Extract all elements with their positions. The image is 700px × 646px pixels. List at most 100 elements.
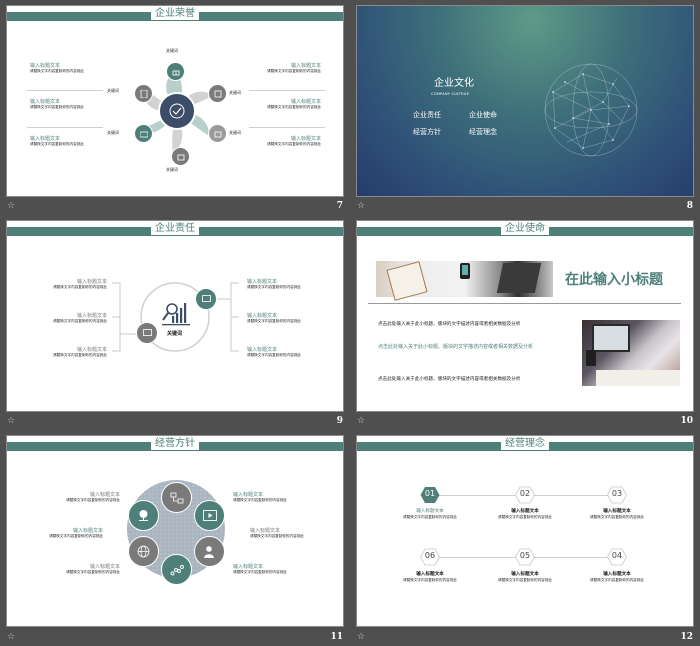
keyword-label: 关键词: [229, 130, 241, 135]
item-desc: 请替换文字内容复制你的内容到此: [247, 319, 301, 323]
phone-graphic: [460, 263, 470, 279]
menu-item-policy[interactable]: 经营方针: [413, 127, 441, 137]
step-hexagon-03[interactable]: 03: [607, 486, 627, 504]
right-item-3: 输入标题文本 请替换文字内容复制你的内容到此: [247, 347, 301, 358]
slide-title: 经营理念: [501, 437, 549, 450]
slide-footer-8: ☆ 8: [357, 201, 693, 215]
slide-footer-7: ☆ 7: [7, 201, 343, 215]
step-hexagon-04[interactable]: 04: [607, 548, 627, 566]
item-desc: 请替换文字内容复制你的内容到此: [53, 285, 107, 289]
step-desc: 请替换文字内容复制你的内容到此: [498, 578, 552, 582]
star-icon[interactable]: ☆: [357, 632, 365, 642]
divider: [249, 90, 325, 91]
step-hexagon-02[interactable]: 02: [515, 486, 535, 504]
keyword-label: 关键词: [166, 48, 178, 53]
step-label-01: 输入标题文本 请替换文字内容复制你的内容到此: [400, 509, 460, 520]
step-hexagon-06[interactable]: 06: [420, 548, 440, 566]
star-icon[interactable]: ☆: [357, 201, 365, 211]
step-label-05: 输入标题文本 请替换文字内容复制你的内容到此: [495, 572, 555, 583]
keyword-label: 关键词: [107, 130, 119, 135]
divider: [27, 90, 103, 91]
item-desc: 请替换文字内容复制你的内容到此: [66, 498, 120, 502]
slide-footer-9: ☆ 9: [7, 416, 343, 430]
step-desc: 请替换文字内容复制你的内容到此: [403, 515, 457, 519]
paragraph-2: 点击此处输入关于此小标题、版块的文字描述内容或者相关数据及分析: [378, 344, 534, 350]
item-desc: 请替换文字内容复制你的内容到此: [49, 534, 103, 538]
gift-icon: [166, 62, 185, 81]
right-item-1: 输入标题文本 请替换文字内容复制你的内容到此: [247, 279, 301, 290]
step-label-06: 输入标题文本 请替换文字内容复制你的内容到此: [400, 572, 460, 583]
left-item-1: 输入标题文本 请替换文字内容复制你的内容到此: [66, 492, 120, 503]
item-desc: 请替换文字内容复制你的内容到此: [30, 142, 84, 146]
item-desc: 请替换文字内容复制你的内容到此: [247, 353, 301, 357]
star-icon[interactable]: ☆: [7, 201, 15, 211]
step-number: 03: [611, 489, 623, 498]
item-desc: 请替换文字内容复制你的内容到此: [247, 285, 301, 289]
slide-thumbnail-9[interactable]: 企业责任 关键词 输入标题文本 请替换文字内容复制你的内容到此 输入标题文本 请…: [7, 221, 343, 411]
step-hexagon-05[interactable]: 05: [515, 548, 535, 566]
paragraph-1: 点击此处输入关于此小标题、版块的文字描述内容或者相关数据及分析: [378, 322, 521, 327]
item-desc: 请替换文字内容复制你的内容到此: [53, 353, 107, 357]
user-icon: [194, 536, 225, 567]
right-item-1: 输入标题文本 请替换文字内容复制你的内容到此: [267, 63, 321, 74]
menu-item-responsibility[interactable]: 企业责任: [413, 110, 441, 120]
keyword-label: 关键词: [107, 88, 119, 93]
slide-number: 8: [686, 201, 693, 211]
item-desc: 请替换文字内容复制你的内容到此: [53, 319, 107, 323]
slide-number: 11: [330, 632, 343, 642]
star-icon[interactable]: ☆: [7, 416, 15, 426]
star-icon[interactable]: ☆: [357, 416, 365, 426]
right-item-1: 输入标题文本 请替换文字内容复制你的内容到此: [233, 492, 287, 503]
chart-icon: [136, 322, 158, 344]
left-item-2: 输入标题文本 请替换文字内容复制你的内容到此: [30, 99, 84, 110]
document-icon: [134, 84, 153, 103]
card-icon: [134, 124, 153, 143]
desk-photo-banner: [376, 261, 553, 301]
world-network-icon: [128, 500, 159, 531]
step-number: 02: [519, 489, 531, 498]
left-item-2: 输入标题文本 请替换文字内容复制你的内容到此: [49, 528, 103, 539]
paragraph-3: 点击此处输入关于此小标题、版块的文字描述内容或者相关数据及分析: [378, 377, 521, 382]
left-item-3: 输入标题文本 请替换文字内容复制你的内容到此: [30, 136, 84, 147]
menu-item-philosophy[interactable]: 经营理念: [469, 127, 497, 137]
divider: [368, 303, 681, 304]
slide-thumbnail-8[interactable]: 企业文化 COMPANY CULTRUE 企业责任 企业使命 经营方针 经营理念: [357, 6, 693, 196]
box-icon: [171, 147, 190, 166]
step-desc: 请替换文字内容复制你的内容到此: [403, 578, 457, 582]
slide-number: 10: [680, 416, 693, 426]
clipboard-graphic: [386, 261, 428, 301]
slide-thumbnail-11[interactable]: 经营方针 输入标题文本 请替换文字内容复制你的内容到此 输入标题文本 请替换文字…: [7, 436, 343, 626]
slide-number: 12: [680, 632, 693, 642]
slide-title: 经营方针: [151, 437, 199, 450]
keyword-label: 关键词: [166, 167, 178, 172]
step-desc: 请替换文字内容复制你的内容到此: [498, 515, 552, 519]
laptop-graphic: [496, 263, 542, 293]
center-keyword: 关键词: [167, 331, 183, 337]
menu-item-mission[interactable]: 企业使命: [469, 110, 497, 120]
check-icon: [158, 92, 196, 130]
paper-graphic: [596, 370, 680, 386]
slide-number: 7: [336, 201, 343, 211]
slide-thumbnail-7[interactable]: 企业荣誉 输入标题文本 请替换文字内容复制你的内容到此 输入标题文本 请替换文字…: [7, 6, 343, 196]
item-desc: 请替换文字内容复制你的内容到此: [30, 105, 84, 109]
globe-icon: [128, 536, 159, 567]
link-chain-icon: [161, 554, 192, 585]
slide-thumbnail-12[interactable]: 经营理念 01 02 03 04 05 06 输入标题文本 请替换文字内容复制你…: [357, 436, 693, 626]
slide-thumbnail-10[interactable]: 企业使命 在此输入小标题 点击此处输入关于此小标题、版块的文字描述内容或者相关数…: [357, 221, 693, 411]
slide-title: 企业文化: [434, 78, 474, 89]
step-number: 06: [424, 551, 436, 560]
left-item-1: 输入标题文本 请替换文字内容复制你的内容到此: [53, 279, 107, 290]
step-label-03: 输入标题文本 请替换文字内容复制你的内容到此: [587, 509, 647, 520]
section-heading: 在此输入小标题: [565, 272, 663, 288]
keyword-label: 关键词: [229, 90, 241, 95]
slide-footer-12: ☆ 12: [357, 632, 693, 646]
right-item-3: 输入标题文本 请替换文字内容复制你的内容到此: [267, 136, 321, 147]
slide-number: 9: [336, 416, 343, 426]
right-item-2: 输入标题文本 请替换文字内容复制你的内容到此: [250, 528, 304, 539]
network-globe-graphic: [544, 63, 638, 157]
step-hexagon-01[interactable]: 01: [420, 486, 440, 504]
slide-subtitle: COMPANY CULTRUE: [431, 92, 470, 96]
step-label-02: 输入标题文本 请替换文字内容复制你的内容到此: [495, 509, 555, 520]
step-number: 04: [611, 551, 623, 560]
star-icon[interactable]: ☆: [7, 632, 15, 642]
